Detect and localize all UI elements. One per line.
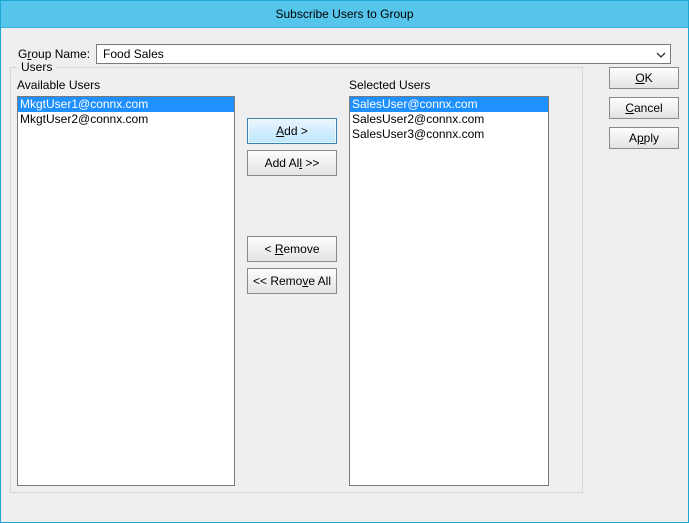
selected-label: Selected Users xyxy=(349,78,549,94)
available-column: Available Users MkgtUser1@connx.comMkgtU… xyxy=(17,78,235,486)
chevron-down-icon xyxy=(656,49,666,59)
list-item[interactable]: SalesUser3@connx.com xyxy=(350,127,548,142)
action-panel: OK Cancel Apply xyxy=(609,67,679,149)
transfer-buttons-column: Add > Add All >> < Remove << Remove All xyxy=(241,78,343,486)
selected-column: Selected Users SalesUser@connx.comSalesU… xyxy=(349,78,549,486)
ok-button[interactable]: OK xyxy=(609,67,679,89)
apply-button[interactable]: Apply xyxy=(609,127,679,149)
users-legend: Users xyxy=(17,60,56,74)
available-label: Available Users xyxy=(17,78,235,94)
titlebar: Subscribe Users to Group xyxy=(1,1,688,28)
dialog-window: Subscribe Users to Group Group Name: Foo… xyxy=(0,0,689,523)
group-name-value: Food Sales xyxy=(103,47,164,61)
cancel-button[interactable]: Cancel xyxy=(609,97,679,119)
list-item[interactable]: SalesUser@connx.com xyxy=(350,97,548,112)
window-title: Subscribe Users to Group xyxy=(275,7,413,21)
list-item[interactable]: MkgtUser1@connx.com xyxy=(18,97,234,112)
group-name-select[interactable]: Food Sales xyxy=(96,44,671,64)
fieldset-columns: Available Users MkgtUser1@connx.comMkgtU… xyxy=(17,78,576,486)
add-button[interactable]: Add > xyxy=(247,118,337,144)
available-users-list[interactable]: MkgtUser1@connx.comMkgtUser2@connx.com xyxy=(17,96,235,486)
remove-button[interactable]: < Remove xyxy=(247,236,337,262)
list-item[interactable]: MkgtUser2@connx.com xyxy=(18,112,234,127)
group-name-row: Group Name: Food Sales xyxy=(18,43,671,65)
client-area: Group Name: Food Sales Users Available U… xyxy=(10,31,679,513)
users-fieldset: Users Available Users MkgtUser1@connx.co… xyxy=(10,67,583,493)
add-all-button[interactable]: Add All >> xyxy=(247,150,337,176)
group-name-label: Group Name: xyxy=(18,47,90,61)
remove-all-button[interactable]: << Remove All xyxy=(247,268,337,294)
selected-users-list[interactable]: SalesUser@connx.comSalesUser2@connx.comS… xyxy=(349,96,549,486)
list-item[interactable]: SalesUser2@connx.com xyxy=(350,112,548,127)
